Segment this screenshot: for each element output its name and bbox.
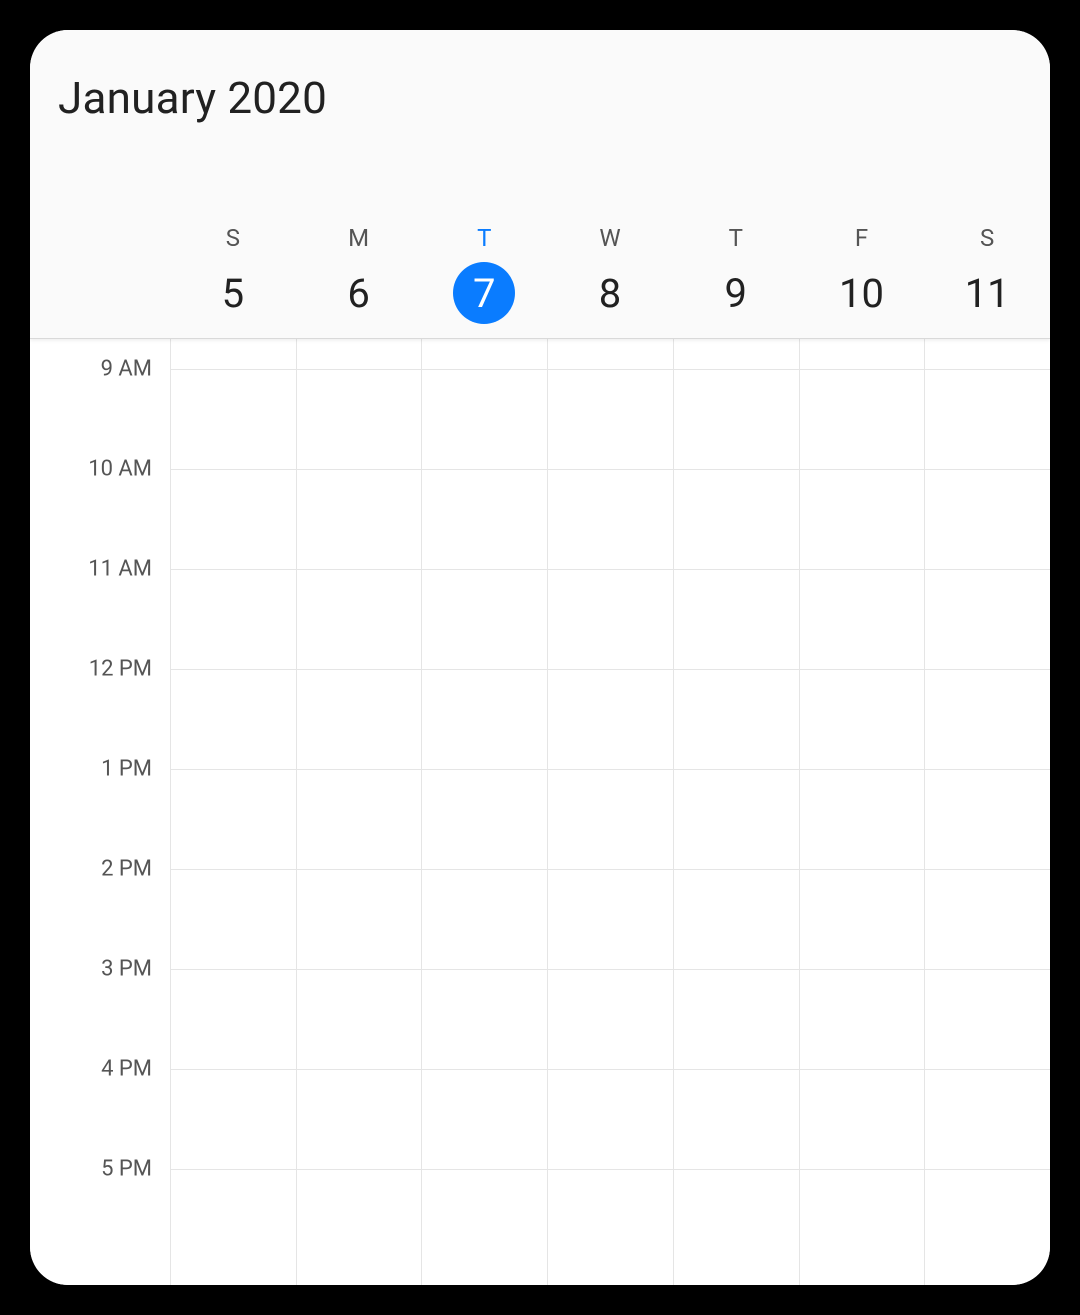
time-label: 9 AM	[101, 357, 152, 382]
day-number-wrap: 10	[830, 262, 892, 324]
day-of-week-label: T	[477, 224, 491, 252]
day-column-7[interactable]	[421, 339, 547, 1285]
day-header-7[interactable]: T7	[421, 224, 547, 324]
week-day-header-row: S5M6T7W8T9F10S11	[30, 132, 1050, 339]
day-header-9[interactable]: T9	[673, 224, 799, 324]
day-of-week-label: T	[729, 224, 743, 252]
day-number-today[interactable]: 7	[453, 262, 515, 324]
day-number[interactable]: 8	[579, 262, 641, 324]
day-number-wrap: 7	[453, 262, 515, 324]
day-number-wrap: 11	[956, 262, 1018, 324]
day-of-week-label: F	[855, 224, 868, 252]
day-of-week-label: M	[348, 224, 369, 252]
day-number[interactable]: 5	[202, 262, 264, 324]
time-label: 11 AM	[88, 557, 152, 582]
day-header-10[interactable]: F 10	[799, 224, 925, 324]
day-column-5[interactable]	[170, 339, 296, 1285]
day-of-week-label: W	[599, 224, 620, 252]
day-number-wrap: 8	[579, 262, 641, 324]
day-columns	[170, 339, 1050, 1285]
time-gutter-header	[30, 224, 170, 324]
day-number[interactable]: 9	[705, 262, 767, 324]
day-column-6[interactable]	[296, 339, 422, 1285]
day-column-9[interactable]	[673, 339, 799, 1285]
time-label: 2 PM	[101, 857, 152, 882]
day-of-week-label: S	[226, 224, 240, 252]
day-column-8[interactable]	[547, 339, 673, 1285]
calendar-week-view: January 2020 S5M6T7W8T9F10S11 9 AM10 AM1…	[30, 30, 1050, 1285]
day-header-11[interactable]: S 11	[924, 224, 1050, 324]
time-label: 10 AM	[88, 457, 152, 482]
day-number[interactable]: 10	[830, 262, 892, 324]
day-header-5[interactable]: S5	[170, 224, 296, 324]
time-label: 12 PM	[89, 657, 152, 682]
day-number-wrap: 6	[328, 262, 390, 324]
day-of-week-label: S	[980, 224, 994, 252]
time-labels-gutter: 9 AM 10 AM 11 AM 12 PM 1 PM 2 PM 3 PM 4 PM 5 PM	[30, 339, 170, 1285]
day-header-8[interactable]: W8	[547, 224, 673, 324]
time-label: 1 PM	[101, 757, 152, 782]
day-column-10[interactable]	[799, 339, 925, 1285]
day-header-6[interactable]: M6	[296, 224, 422, 324]
time-grid-scroll[interactable]: 9 AM 10 AM 11 AM 12 PM 1 PM 2 PM 3 PM 4 PM 5 PM	[30, 339, 1050, 1285]
day-number[interactable]: 6	[328, 262, 390, 324]
day-number[interactable]: 11	[956, 262, 1018, 324]
time-label: 3 PM	[101, 957, 152, 982]
calendar-header: January 2020	[30, 30, 1050, 132]
time-label: 5 PM	[101, 1157, 152, 1182]
time-grid: 9 AM 10 AM 11 AM 12 PM 1 PM 2 PM 3 PM 4 PM 5 PM	[30, 339, 1050, 1285]
calendar-title[interactable]: January 2020	[58, 72, 1022, 124]
time-label: 4 PM	[101, 1057, 152, 1082]
day-number-wrap: 9	[705, 262, 767, 324]
day-number-wrap: 5	[202, 262, 264, 324]
day-column-11[interactable]	[924, 339, 1050, 1285]
